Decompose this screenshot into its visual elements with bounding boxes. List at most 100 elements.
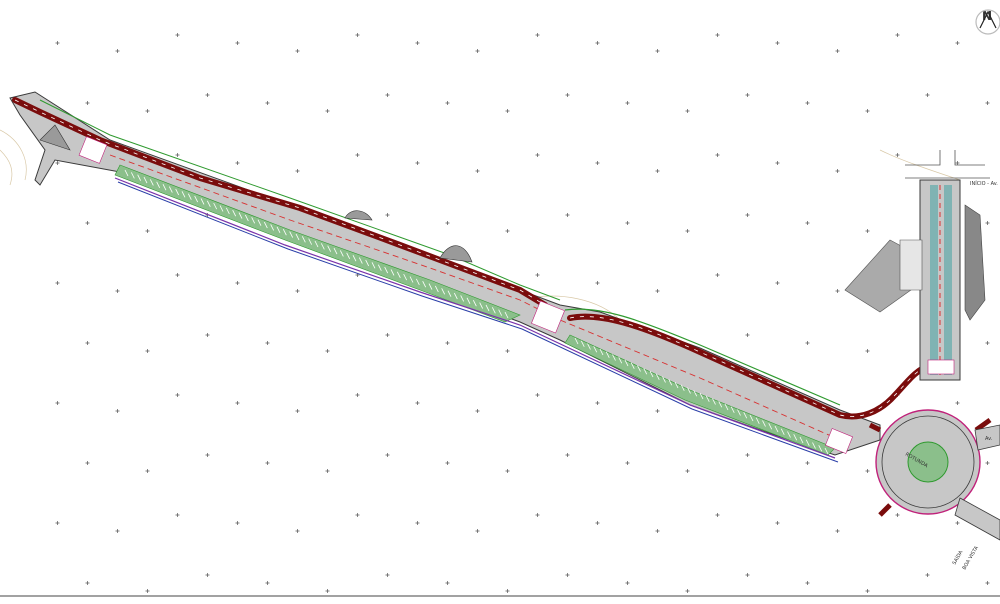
- survey-marker: [715, 273, 720, 277]
- survey-marker: [955, 41, 960, 45]
- survey-marker: [385, 453, 390, 457]
- survey-marker: [175, 513, 180, 517]
- survey-marker: [745, 213, 750, 217]
- survey-marker: [445, 101, 450, 105]
- survey-marker: [115, 409, 120, 413]
- survey-marker: [835, 289, 840, 293]
- survey-marker: [805, 341, 810, 345]
- survey-marker: [55, 281, 60, 285]
- survey-marker: [865, 229, 870, 233]
- survey-marker: [625, 581, 630, 585]
- survey-marker: [205, 453, 210, 457]
- survey-marker: [895, 153, 900, 157]
- survey-marker: [985, 461, 990, 465]
- survey-marker: [595, 401, 600, 405]
- survey-marker: [565, 213, 570, 217]
- survey-marker: [535, 273, 540, 277]
- survey-marker: [415, 161, 420, 165]
- survey-marker: [175, 153, 180, 157]
- survey-marker: [325, 349, 330, 353]
- survey-marker: [625, 461, 630, 465]
- survey-marker: [655, 169, 660, 173]
- road-plan-drawing: N INÍCIO - Av. Av. SAÍDA BOA VISTA ROTUN…: [0, 0, 1000, 600]
- survey-marker: [745, 573, 750, 577]
- survey-marker: [415, 401, 420, 405]
- survey-marker: [955, 401, 960, 405]
- roundabout: [868, 409, 1000, 541]
- road-label-top-right: INÍCIO - Av.: [970, 180, 998, 187]
- survey-marker: [445, 341, 450, 345]
- survey-marker: [385, 573, 390, 577]
- survey-marker: [175, 33, 180, 37]
- survey-marker: [385, 213, 390, 217]
- survey-marker: [805, 461, 810, 465]
- survey-marker: [775, 281, 780, 285]
- survey-marker: [355, 393, 360, 397]
- survey-marker: [895, 513, 900, 517]
- survey-marker: [505, 109, 510, 113]
- survey-marker: [985, 341, 990, 345]
- survey-marker: [715, 33, 720, 37]
- survey-marker: [925, 93, 930, 97]
- survey-marker: [295, 409, 300, 413]
- survey-marker: [295, 169, 300, 173]
- survey-marker: [925, 573, 930, 577]
- survey-marker: [325, 469, 330, 473]
- survey-marker: [535, 393, 540, 397]
- survey-marker: [325, 109, 330, 113]
- survey-marker: [565, 93, 570, 97]
- survey-marker: [595, 161, 600, 165]
- survey-marker: [715, 153, 720, 157]
- survey-marker: [655, 49, 660, 53]
- survey-marker: [865, 349, 870, 353]
- survey-marker: [325, 589, 330, 593]
- survey-marker: [565, 573, 570, 577]
- survey-marker: [85, 341, 90, 345]
- survey-marker: [775, 521, 780, 525]
- survey-marker: [685, 109, 690, 113]
- survey-marker: [475, 49, 480, 53]
- survey-marker: [985, 221, 990, 225]
- survey-marker: [655, 409, 660, 413]
- survey-marker: [85, 581, 90, 585]
- survey-marker: [745, 453, 750, 457]
- survey-marker: [115, 289, 120, 293]
- survey-marker: [265, 341, 270, 345]
- survey-marker: [415, 41, 420, 45]
- survey-marker: [55, 401, 60, 405]
- survey-marker: [715, 513, 720, 517]
- survey-marker: [175, 273, 180, 277]
- survey-marker: [355, 153, 360, 157]
- survey-marker: [895, 33, 900, 37]
- survey-marker: [445, 221, 450, 225]
- survey-marker: [865, 469, 870, 473]
- survey-marker: [475, 529, 480, 533]
- survey-marker: [385, 333, 390, 337]
- survey-marker: [85, 101, 90, 105]
- survey-marker: [835, 529, 840, 533]
- survey-marker: [235, 281, 240, 285]
- survey-marker: [55, 161, 60, 165]
- survey-marker: [445, 461, 450, 465]
- survey-marker: [115, 529, 120, 533]
- survey-marker: [475, 409, 480, 413]
- survey-marker: [235, 41, 240, 45]
- survey-marker: [625, 101, 630, 105]
- survey-marker: [55, 41, 60, 45]
- survey-marker: [745, 93, 750, 97]
- survey-marker: [985, 101, 990, 105]
- survey-marker: [985, 581, 990, 585]
- survey-marker: [805, 581, 810, 585]
- survey-marker: [115, 49, 120, 53]
- survey-marker: [805, 221, 810, 225]
- survey-marker: [415, 521, 420, 525]
- survey-marker: [235, 521, 240, 525]
- road-plan-svg: N INÍCIO - Av. Av. SAÍDA BOA VISTA ROTUN…: [0, 9, 1000, 597]
- survey-marker: [145, 589, 150, 593]
- survey-marker: [235, 401, 240, 405]
- survey-marker: [55, 521, 60, 525]
- survey-marker: [145, 349, 150, 353]
- survey-marker: [145, 229, 150, 233]
- survey-marker: [385, 93, 390, 97]
- survey-marker: [265, 101, 270, 105]
